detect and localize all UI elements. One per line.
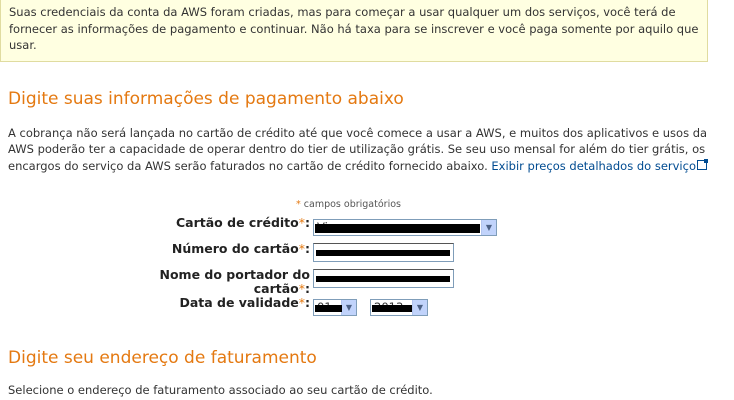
expiry-date-label: Data de validade*: (150, 296, 310, 310)
label-colon: : (305, 281, 310, 296)
redaction-bar (316, 250, 450, 256)
cardholder-name-label: Nome do portador do cartão*: (150, 267, 311, 296)
chevron-down-icon[interactable]: ▼ (341, 300, 356, 315)
external-link-icon (696, 158, 708, 170)
card-type-label: Cartão de crédito*: (150, 216, 310, 230)
required-note-text: campos obrigatórios (303, 199, 401, 210)
card-type-label-text: Cartão de crédito (176, 215, 299, 230)
card-type-select[interactable]: Visa ▼ (313, 219, 497, 236)
pricing-details-link[interactable]: Exibir preços detalhados do serviço (491, 159, 696, 173)
label-colon: : (305, 241, 310, 256)
expiry-year-select[interactable]: 2013 ▼ (370, 299, 428, 316)
required-fields-note: * campos obrigatórios (296, 199, 401, 210)
account-created-notice: Suas credenciais da conta da AWS foram c… (0, 0, 708, 62)
label-colon: : (305, 295, 310, 310)
required-star: * (296, 199, 301, 210)
pricing-details-link-text: Exibir preços detalhados do serviço (491, 158, 696, 173)
card-number-label-text: Número do cartão (171, 241, 299, 256)
payment-description: A cobrança não será lançada no cartão de… (8, 125, 730, 174)
label-colon: : (305, 215, 310, 230)
expiry-label-text: Data de validade (179, 295, 299, 310)
card-number-label: Número do cartão*: (150, 242, 310, 256)
chevron-down-icon[interactable]: ▼ (412, 300, 427, 315)
redaction-bar (372, 305, 412, 312)
payment-info-heading: Digite suas informações de pagamento aba… (8, 89, 404, 109)
cardholder-label-text: Nome do portador do cartão (159, 267, 311, 296)
card-number-input[interactable] (313, 243, 454, 262)
chevron-down-icon[interactable]: ▼ (481, 220, 496, 235)
redaction-bar (315, 305, 342, 312)
expiry-month-select[interactable]: 01 ▼ (313, 299, 357, 316)
redaction-bar (316, 276, 450, 282)
billing-description: Selecione o endereço de faturamento asso… (8, 383, 433, 397)
cardholder-name-input[interactable] (313, 269, 454, 288)
redaction-bar (315, 224, 480, 233)
billing-address-heading: Digite seu endereço de faturamento (8, 348, 317, 368)
notice-text: Suas credenciais da conta da AWS foram c… (9, 5, 699, 52)
